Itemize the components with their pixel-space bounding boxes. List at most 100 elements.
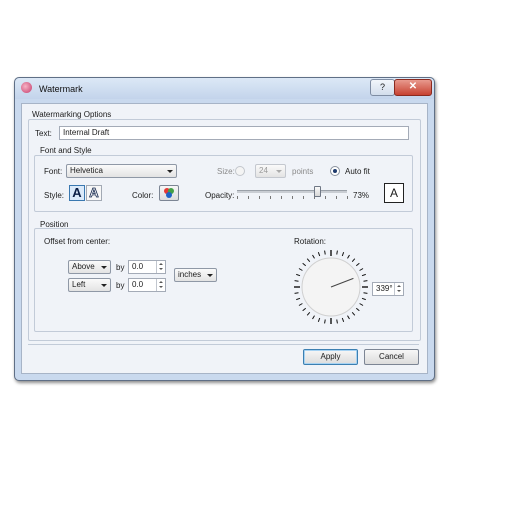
unit-select-value: inches: [178, 270, 202, 279]
slider-tick: [237, 196, 238, 199]
dialog-body: Watermarking Options Text: Internal Draf…: [21, 103, 428, 374]
size-select[interactable]: 24: [255, 164, 286, 178]
dial-tick: [363, 292, 368, 294]
dial-tick: [324, 319, 326, 324]
font-select-value: Helvetica: [70, 166, 103, 175]
dial-tick: [294, 292, 299, 294]
slider-tick: [303, 196, 304, 199]
rotation-value: 339°: [376, 284, 393, 293]
dial-tick: [355, 307, 360, 312]
vertical-offset-input[interactable]: 0.0: [128, 260, 166, 274]
slider-tick: [336, 196, 337, 199]
dial-tick: [361, 273, 366, 277]
font-select[interactable]: Helvetica: [66, 164, 177, 178]
rotation-input[interactable]: 339°: [372, 282, 404, 296]
dial-tick: [347, 315, 350, 320]
dial-tick: [341, 317, 345, 322]
font-label: Font:: [44, 167, 63, 176]
slider-tick: [325, 196, 326, 199]
dial-tick: [359, 268, 364, 271]
color-palette-icon: [164, 188, 174, 198]
slider-thumb[interactable]: [314, 186, 322, 197]
horizontal-offset-input[interactable]: 0.0: [128, 278, 166, 292]
dial-tick: [341, 252, 345, 257]
vertical-by-label: by: [116, 263, 125, 272]
autofit-label: Auto fit: [345, 167, 370, 176]
color-button[interactable]: [159, 185, 179, 201]
help-button[interactable]: ?: [370, 79, 395, 96]
chevron-down-icon: [207, 274, 213, 277]
offset-label: Offset from center:: [44, 237, 111, 246]
dial-tick: [351, 311, 356, 316]
opacity-slider[interactable]: [237, 186, 348, 200]
rotation-dial[interactable]: [293, 249, 369, 325]
dial-tick: [361, 297, 366, 301]
opacity-label: Opacity:: [205, 191, 235, 200]
slider-tick: [281, 196, 282, 199]
unit-select[interactable]: inches: [174, 268, 217, 282]
vertical-offset-value: 0.0: [132, 262, 144, 271]
title-bar[interactable]: Watermark ? ✕: [15, 78, 434, 99]
dial-tick: [336, 319, 338, 324]
dial-tick: [302, 307, 307, 312]
spinner-arrows-icon[interactable]: [156, 279, 165, 291]
dial-tick: [296, 273, 301, 277]
dial-tick: [298, 268, 303, 271]
slider-tick: [270, 196, 271, 199]
slider-tick: [259, 196, 260, 199]
dial-tick: [347, 254, 350, 259]
slider-tick: [347, 196, 348, 199]
options-group-label: Watermarking Options: [32, 110, 112, 119]
spinner-arrows-icon[interactable]: [156, 261, 165, 273]
dial-tick: [336, 250, 338, 255]
apply-button[interactable]: Apply: [303, 349, 358, 365]
app-icon: [21, 82, 32, 93]
dial-tick: [298, 303, 303, 306]
chevron-down-icon: [101, 284, 107, 287]
dial-tick: [324, 250, 326, 255]
autofit-radio[interactable]: [330, 166, 340, 176]
dial-tick: [351, 258, 356, 263]
style-label: Style:: [44, 191, 65, 200]
horizontal-direction-value: Left: [72, 280, 86, 289]
dial-tick: [363, 280, 368, 282]
slider-tick: [292, 196, 293, 199]
dial-tick: [312, 254, 315, 259]
slider-tick: [248, 196, 249, 199]
font-preview: A: [384, 183, 404, 203]
window-title: Watermark: [39, 84, 83, 94]
chevron-down-icon: [276, 170, 282, 173]
color-label: Color:: [132, 191, 154, 200]
cancel-button[interactable]: Cancel: [364, 349, 419, 365]
size-label: Size:: [217, 167, 235, 176]
horizontal-offset-value: 0.0: [132, 280, 144, 289]
rotation-label: Rotation:: [294, 237, 327, 246]
dial-tick: [302, 262, 307, 267]
size-radio[interactable]: [235, 166, 245, 176]
style-filled-button[interactable]: A: [69, 185, 85, 201]
divider: [28, 344, 419, 345]
size-select-value: 24: [259, 166, 268, 175]
points-label: points: [292, 167, 314, 176]
horizontal-by-label: by: [116, 281, 125, 290]
dial-tick: [306, 258, 311, 263]
spinner-arrows-icon[interactable]: [394, 283, 403, 295]
vertical-direction-value: Above: [72, 262, 95, 271]
dial-tick: [317, 317, 321, 322]
dial-tick: [294, 280, 299, 282]
style-outline-button[interactable]: A: [86, 185, 102, 201]
dial-tick: [359, 303, 364, 306]
dial-tick: [355, 262, 360, 267]
text-label: Text:: [35, 129, 52, 138]
font-group-label: Font and Style: [40, 146, 92, 155]
close-button[interactable]: ✕: [394, 79, 432, 96]
watermark-dialog: Watermark ? ✕ Watermarking Options Text:…: [14, 77, 435, 381]
dial-tick: [317, 252, 321, 257]
dial-tick: [312, 315, 315, 320]
vertical-direction-select[interactable]: Above: [68, 260, 111, 274]
dial-tick: [296, 297, 301, 301]
horizontal-direction-select[interactable]: Left: [68, 278, 111, 292]
text-input[interactable]: Internal Draft: [59, 126, 409, 140]
chevron-down-icon: [167, 170, 173, 173]
opacity-value: 73%: [353, 191, 370, 200]
